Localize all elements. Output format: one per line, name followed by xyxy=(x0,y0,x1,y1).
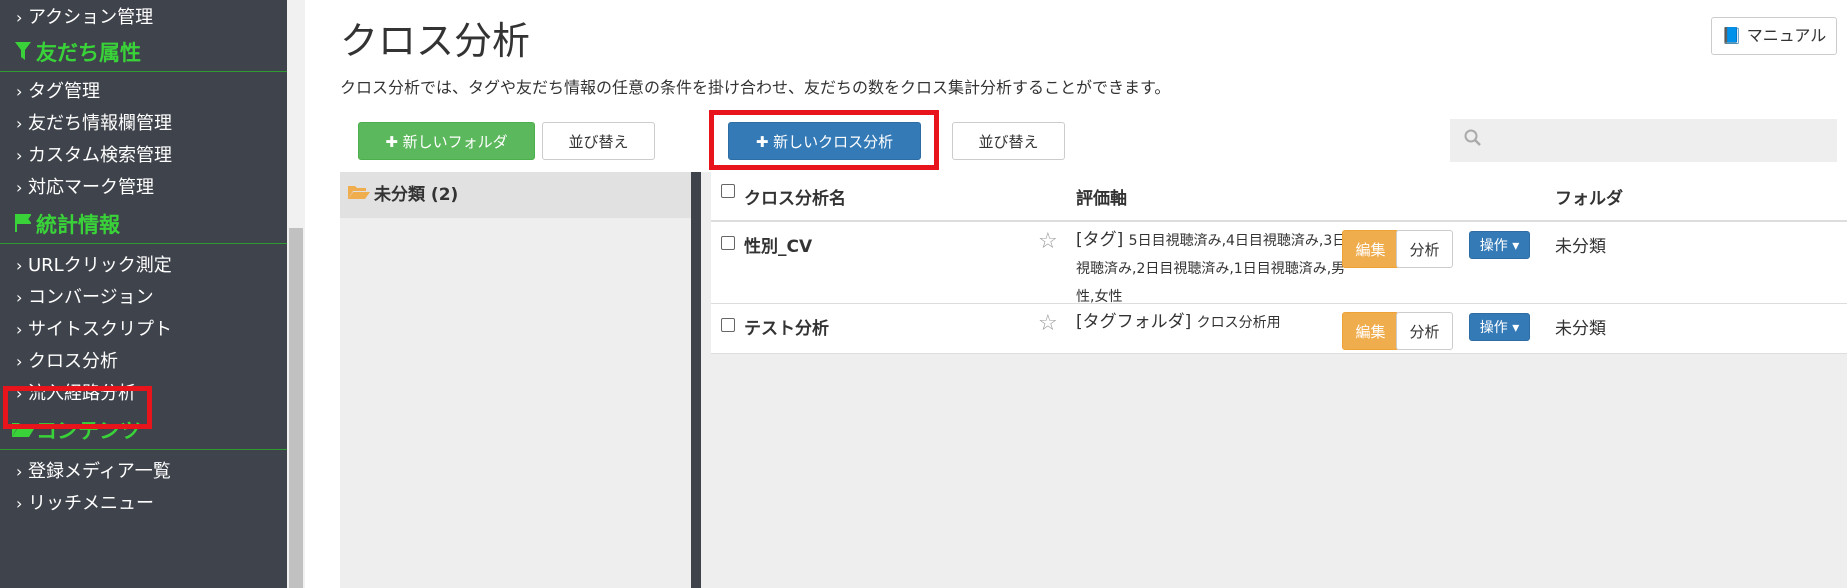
scrollbar-thumb[interactable] xyxy=(289,228,303,588)
analyze-button[interactable]: 分析 xyxy=(1396,230,1453,268)
row-folder: 未分類 xyxy=(1555,319,1606,339)
row-name: テスト分析 xyxy=(744,319,829,339)
main-content: クロス分析 📘 マニュアル クロス分析では、タグや友だち情報の任意の条件を掛け合… xyxy=(305,0,1847,588)
sidebar-item-tag[interactable]: › タグ管理 xyxy=(0,74,287,110)
row-folder: 未分類 xyxy=(1555,237,1606,257)
row-axis: [タグ] 5日目視聴済み,4日目視聴済み,3日目視聴済み,2日目視聴済み,1日目… xyxy=(1076,230,1361,305)
sidebar-section-statistics[interactable]: 統計情報 xyxy=(0,206,287,244)
search-input[interactable] xyxy=(1450,119,1837,162)
new-folder-button[interactable]: ✚ 新しいフォルダ xyxy=(358,122,535,160)
table-row: テスト分析 ☆ [タグフォルダ] クロス分析用 編集 分析 操作 ▾ 未分類 xyxy=(711,304,1847,354)
row-checkbox[interactable] xyxy=(721,236,735,250)
folder-open-icon xyxy=(348,172,374,218)
sidebar-item-friend-info[interactable]: › 友だち情報欄管理 xyxy=(0,106,287,142)
table-header: クロス分析名 評価軸 フォルダ xyxy=(711,172,1847,222)
sidebar-item-url-click[interactable]: › URLクリック測定 xyxy=(0,248,287,284)
header-folder: フォルダ xyxy=(1555,189,1623,209)
chevron-right-icon: › xyxy=(16,462,23,481)
cross-analysis-table: クロス分析名 評価軸 フォルダ 性別_CV ☆ [タグ] 5日目視聴済み,4日目… xyxy=(711,172,1847,354)
panel-divider[interactable] xyxy=(691,172,701,588)
caret-down-icon: ▾ xyxy=(1512,320,1520,336)
sidebar: › アクション管理 友だち属性 › タグ管理 › 友だち情報欄管理 › カスタム検索管理… xyxy=(0,0,287,588)
caret-down-icon: ▾ xyxy=(1512,238,1520,254)
new-cross-analysis-button[interactable]: ✚ 新しいクロス分析 xyxy=(728,122,921,160)
header-name: クロス分析名 xyxy=(744,189,846,209)
star-icon[interactable]: ☆ xyxy=(1038,311,1058,336)
sidebar-item-action[interactable]: › アクション管理 xyxy=(0,0,287,36)
analyze-button[interactable]: 分析 xyxy=(1396,312,1453,350)
star-icon[interactable]: ☆ xyxy=(1038,229,1058,254)
row-name: 性別_CV xyxy=(744,237,813,257)
chevron-right-icon: › xyxy=(16,352,23,371)
row-checkbox[interactable] xyxy=(721,318,735,332)
folder-item-uncategorized[interactable]: 未分類 (2) xyxy=(340,172,691,218)
plus-icon: ✚ xyxy=(385,133,398,151)
chevron-right-icon: › xyxy=(16,494,23,513)
flag-icon xyxy=(10,206,36,244)
select-all-checkbox[interactable] xyxy=(721,184,735,198)
sidebar-item-custom-search[interactable]: › カスタム検索管理 xyxy=(0,138,287,174)
manual-button[interactable]: 📘 マニュアル xyxy=(1711,17,1837,55)
page-title: クロス分析 xyxy=(340,19,531,63)
chevron-right-icon: › xyxy=(16,82,23,101)
sidebar-item-cross-analysis[interactable]: › クロス分析 xyxy=(0,344,287,380)
plus-icon: ✚ xyxy=(755,133,769,151)
sort-analysis-button[interactable]: 並び替え xyxy=(952,122,1065,160)
page-description: クロス分析では、タグや友だち情報の任意の条件を掛け合わせ、友だちの数をクロス集計… xyxy=(340,78,1171,97)
sidebar-item-conversion[interactable]: › コンバージョン xyxy=(0,280,287,316)
sidebar-section-friend-attributes[interactable]: 友だち属性 xyxy=(0,34,287,72)
sidebar-item-rich-menu[interactable]: › リッチメニュー xyxy=(0,486,287,522)
row-axis: [タグフォルダ] クロス分析用 xyxy=(1076,312,1281,332)
folder-panel: 未分類 (2) xyxy=(340,172,691,588)
operation-dropdown-button[interactable]: 操作 ▾ xyxy=(1469,231,1530,259)
sidebar-item-site-script[interactable]: › サイトスクリプト xyxy=(0,312,287,348)
filter-icon xyxy=(10,34,36,72)
chevron-right-icon: › xyxy=(16,288,23,307)
chevron-right-icon: › xyxy=(16,114,23,133)
chevron-right-icon: › xyxy=(16,256,23,275)
table-panel: クロス分析名 評価軸 フォルダ 性別_CV ☆ [タグ] 5日目視聴済み,4日目… xyxy=(701,172,1847,588)
chevron-right-icon: › xyxy=(16,8,23,27)
book-icon: 📘 xyxy=(1721,26,1742,45)
search-icon xyxy=(1464,129,1481,146)
sort-folder-button[interactable]: 並び替え xyxy=(542,122,655,160)
sidebar-item-mark[interactable]: › 対応マーク管理 xyxy=(0,170,287,206)
chevron-right-icon: › xyxy=(16,320,23,339)
chevron-right-icon: › xyxy=(16,146,23,165)
sidebar-item-media[interactable]: › 登録メディア一覧 xyxy=(0,454,287,490)
sidebar-scrollbar[interactable] xyxy=(287,0,305,588)
edit-button[interactable]: 編集 xyxy=(1342,230,1399,268)
operation-dropdown-button[interactable]: 操作 ▾ xyxy=(1469,313,1530,341)
table-row: 性別_CV ☆ [タグ] 5日目視聴済み,4日目視聴済み,3日目視聴済み,2日目… xyxy=(711,222,1847,305)
chevron-right-icon: › xyxy=(16,178,23,197)
header-axis: 評価軸 xyxy=(1076,189,1127,209)
edit-button[interactable]: 編集 xyxy=(1342,312,1399,350)
sidebar-highlight-box xyxy=(3,386,152,429)
